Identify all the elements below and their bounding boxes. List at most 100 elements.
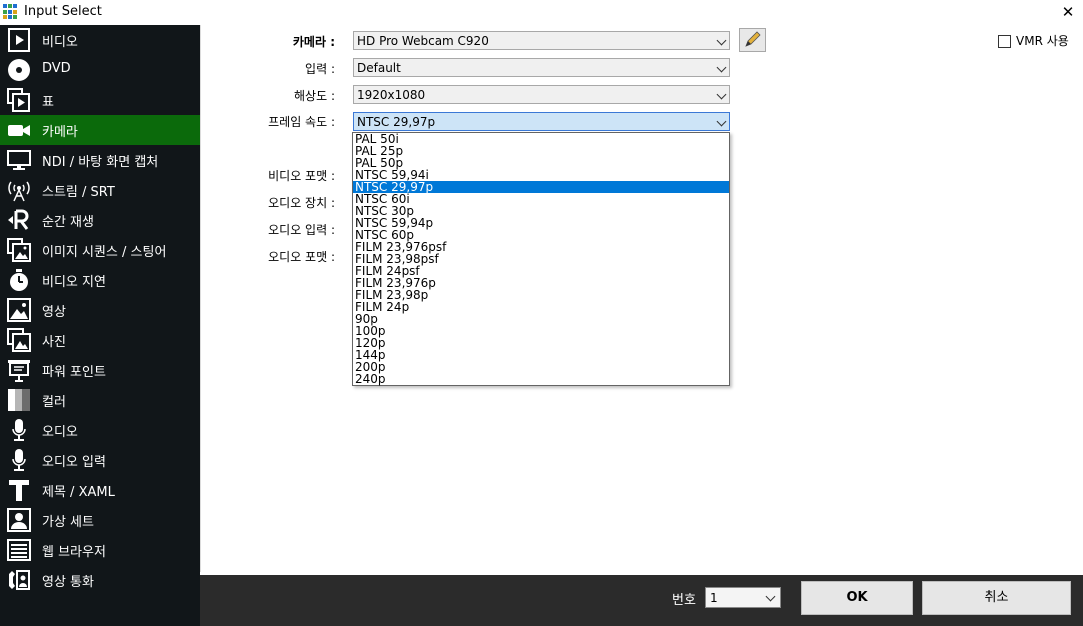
resolution-label: 해상도 :: [294, 89, 335, 103]
browser-icon: [7, 539, 31, 561]
presentation-icon: [8, 360, 30, 382]
sidebar-item-label: 제목 / XAML: [42, 485, 115, 500]
frame-rate-option[interactable]: 200p: [353, 361, 729, 373]
virtual-set-icon: [7, 508, 31, 532]
camera-select-value: HD Pro Webcam C920: [357, 34, 489, 48]
sidebar-item-ndi-desktop[interactable]: NDI / 바탕 화면 캡처: [0, 145, 200, 175]
audio-device-label: 오디오 장치 :: [268, 196, 335, 210]
sidebar-item-label: 표: [42, 95, 54, 110]
disc-icon: [8, 59, 30, 81]
frame-rate-option[interactable]: 100p: [353, 325, 729, 337]
sidebar-item-label: 웹 브라우저: [42, 545, 106, 560]
resolution-select-value: 1920x1080: [357, 88, 426, 102]
audio-format-label: 오디오 포맷 :: [268, 250, 335, 264]
sidebar-item-label: 사진: [42, 335, 66, 350]
title-bar: Input Select ✕: [0, 0, 1083, 25]
camera-select[interactable]: HD Pro Webcam C920: [353, 31, 730, 50]
vmr-label: VMR 사용: [1016, 34, 1069, 48]
frame-rate-option[interactable]: 90p: [353, 313, 729, 325]
frame-rate-select-value: NTSC 29,97p: [357, 115, 436, 129]
frame-rate-option[interactable]: PAL 25p: [353, 145, 729, 157]
sidebar-item-label: 스트림 / SRT: [42, 185, 115, 200]
frame-rate-option[interactable]: FILM 23,98p: [353, 289, 729, 301]
chevron-down-icon: [716, 62, 727, 73]
chevron-down-icon: [765, 591, 776, 602]
sidebar-item-label: 오디오: [42, 425, 78, 440]
chevron-down-icon: [716, 35, 727, 46]
sidebar-item-color[interactable]: 컬러: [0, 385, 200, 415]
sidebar-item-video-call[interactable]: 영상 통화: [0, 565, 200, 595]
input-select[interactable]: Default: [353, 58, 730, 77]
close-icon[interactable]: ✕: [1058, 3, 1078, 21]
chevron-down-icon: [716, 116, 727, 127]
sidebar-item-label: 영상 통화: [42, 575, 94, 590]
ok-button[interactable]: OK: [801, 581, 913, 615]
sidebar-item-label: 영상: [42, 305, 66, 320]
frame-rate-select[interactable]: NTSC 29,97p: [353, 112, 730, 131]
cancel-button[interactable]: 취소: [922, 581, 1071, 615]
camera-icon: [8, 125, 30, 136]
monitor-icon: [7, 150, 31, 170]
sidebar-item-label: 비디오: [42, 35, 78, 50]
vmr-checkbox[interactable]: [998, 35, 1011, 48]
image-sequence-icon: [7, 238, 31, 262]
sidebar-item-stream-srt[interactable]: 스트림 / SRT: [0, 175, 200, 205]
sidebar-item-label: 이미지 시퀀스 / 스팅어: [42, 245, 167, 260]
sidebar-item-label: 카메라: [42, 125, 78, 140]
camera-label: 카메라 :: [292, 35, 335, 49]
video-call-icon: [9, 570, 30, 590]
playlist-icon: [7, 88, 30, 112]
sidebar-item-label: 비디오 지연: [42, 275, 106, 290]
number-label: 번호: [672, 593, 696, 608]
input-select-value: Default: [357, 61, 401, 75]
frame-rate-option[interactable]: 144p: [353, 349, 729, 361]
sidebar-item-picture[interactable]: 영상: [0, 295, 200, 325]
sidebar-item-photos[interactable]: 사진: [0, 325, 200, 355]
number-select[interactable]: 1: [705, 587, 781, 608]
sidebar-item-virtual-set[interactable]: 가상 세트: [0, 505, 200, 535]
sidebar-item-video-delay[interactable]: 비디오 지연: [0, 265, 200, 295]
title-icon: [9, 480, 29, 501]
sidebar-item-powerpoint[interactable]: 파워 포인트: [0, 355, 200, 385]
sidebar-item-camera[interactable]: 카메라: [0, 115, 200, 145]
frame-rate-option[interactable]: PAL 50i: [353, 133, 729, 145]
sidebar-item-web-browser[interactable]: 웹 브라우저: [0, 535, 200, 565]
color-icon: [8, 389, 30, 411]
number-select-value: 1: [710, 591, 718, 605]
sidebar-item-audio-input[interactable]: 오디오 입력: [0, 445, 200, 475]
video-file-icon: [8, 28, 30, 52]
picture-icon: [7, 298, 31, 322]
sidebar-item-audio[interactable]: 오디오: [0, 415, 200, 445]
sidebar-item-video[interactable]: 비디오: [0, 25, 200, 55]
video-format-label: 비디오 포맷 :: [268, 169, 335, 183]
frame-rate-dropdown-list: PAL 50i PAL 25p PAL 50p NTSC 59,94i NTSC…: [352, 132, 730, 386]
sidebar-item-label: 컬러: [42, 395, 66, 410]
microphone-icon: [12, 419, 26, 441]
sidebar-item-image-sequence[interactable]: 이미지 시퀀스 / 스팅어: [0, 235, 200, 265]
input-type-sidebar: 비디오 DVD 표 카메라 NDI / 바탕 화면 캡처 스트림 / SRT 순…: [0, 25, 200, 626]
sidebar-item-playlist[interactable]: 표: [0, 85, 200, 115]
pencil-icon: [745, 31, 761, 47]
app-grid-icon: [3, 4, 19, 20]
input-label: 입력 :: [305, 62, 335, 76]
edit-camera-button[interactable]: [739, 28, 766, 52]
sidebar-item-label: 순간 재생: [42, 215, 94, 230]
sidebar-item-label: 오디오 입력: [42, 455, 106, 470]
frame-rate-label: 프레임 속도 :: [268, 115, 335, 129]
photos-icon: [7, 328, 31, 352]
sidebar-item-instant-replay[interactable]: 순간 재생: [0, 205, 200, 235]
replay-icon: [8, 209, 29, 230]
sidebar-item-dvd[interactable]: DVD: [0, 55, 200, 85]
sidebar-item-label: 가상 세트: [42, 515, 94, 530]
frame-rate-option[interactable]: 120p: [353, 337, 729, 349]
antenna-icon: [8, 181, 30, 202]
sidebar-item-label: DVD: [42, 61, 71, 76]
sidebar-item-title-xaml[interactable]: 제목 / XAML: [0, 475, 200, 505]
audio-input-label: 오디오 입력 :: [268, 223, 335, 237]
footer-bar: 번호 1 OK 취소: [200, 575, 1083, 626]
frame-rate-option[interactable]: FILM 24p: [353, 301, 729, 313]
chevron-down-icon: [716, 89, 727, 100]
window-title: Input Select: [24, 4, 102, 19]
resolution-select[interactable]: 1920x1080: [353, 85, 730, 104]
frame-rate-option[interactable]: 240p: [353, 373, 729, 385]
